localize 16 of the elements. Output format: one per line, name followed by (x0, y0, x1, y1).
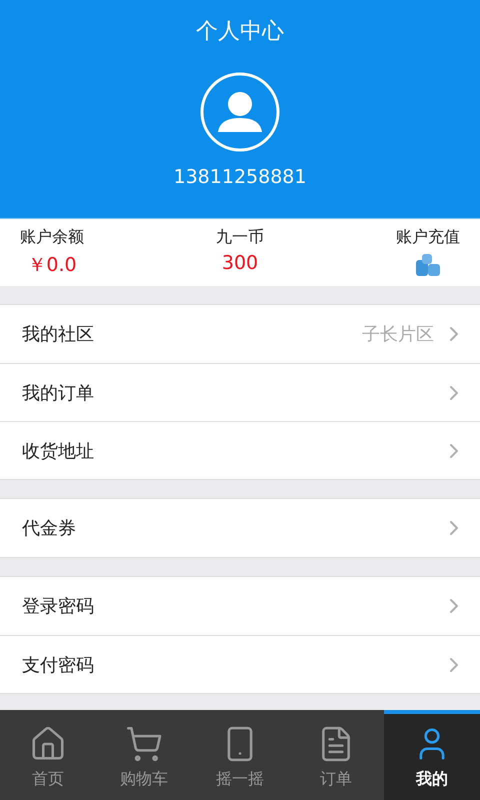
menu-item[interactable]: 登录密码 (0, 577, 480, 635)
page-title: 个人中心 (196, 18, 284, 46)
tab[interactable]: 我的 (384, 710, 480, 800)
stat-label: 账户充值 (396, 227, 460, 248)
menu-item[interactable]: 收货地址 (0, 421, 480, 479)
menu-item[interactable]: 我的社区 子长片区 (0, 305, 480, 363)
stat-label: 九一币 (216, 227, 264, 248)
stat-label: 账户余额 (20, 227, 84, 248)
phone-number: 13811258881 (174, 166, 306, 188)
menu-item[interactable]: 代金券 (0, 499, 480, 557)
avatar-icon[interactable] (200, 72, 280, 152)
stat-value: ￥0.0 (27, 253, 77, 278)
stat-value: 300 (222, 252, 258, 274)
cart-icon (125, 724, 163, 762)
menu-item[interactable]: 我的订单 (0, 363, 480, 421)
menu-item[interactable]: 支付密码 (0, 635, 480, 693)
